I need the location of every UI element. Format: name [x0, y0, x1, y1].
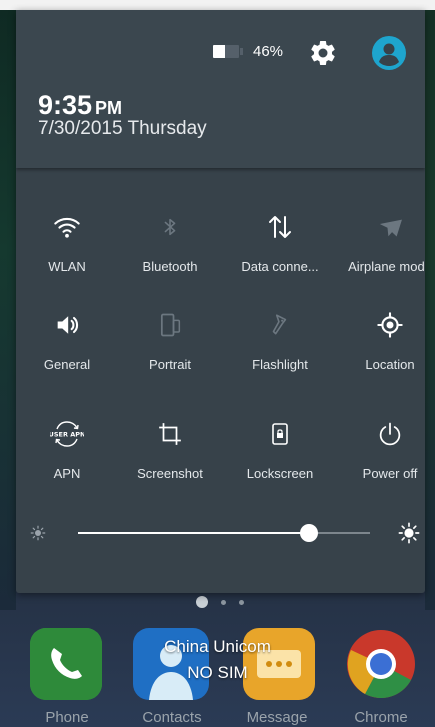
- apn-icon-text: USER APN: [50, 431, 84, 439]
- shade-header: 46% 9:35 PM 7/30/2015 Thursday: [16, 10, 425, 168]
- tile-power-off[interactable]: Power off: [339, 414, 425, 494]
- brightness-slider[interactable]: [78, 524, 370, 542]
- brightness-high-icon: [398, 522, 420, 544]
- page-dot[interactable]: [239, 599, 244, 605]
- tile-lockscreen[interactable]: Lockscreen: [229, 414, 331, 494]
- tile-airplane-mode[interactable]: Airplane mode: [339, 207, 425, 287]
- volume-icon: [57, 316, 79, 334]
- tile-label: Flashlight: [252, 357, 308, 372]
- tile-flashlight[interactable]: Flashlight: [229, 305, 331, 385]
- brightness-slider-thumb[interactable]: [299, 524, 318, 542]
- tile-label: APN: [53, 466, 81, 481]
- clock-time[interactable]: 9:35 PM: [38, 90, 122, 121]
- dock-label-message: Message: [246, 709, 308, 726]
- brightness-slider-fill: [78, 532, 309, 534]
- rotation-icon: [160, 313, 181, 337]
- battery-indicator: 46%: [213, 43, 283, 60]
- apn-icon: USER APN: [50, 421, 84, 447]
- tile-label: Lockscreen: [246, 466, 314, 481]
- location-icon: [377, 312, 403, 338]
- battery-percent: 46%: [253, 43, 284, 60]
- status-bar-strip: [0, 0, 435, 10]
- battery-icon: [213, 45, 239, 58]
- tile-screenshot[interactable]: Screenshot: [119, 414, 221, 494]
- dock-label-chrome: Chrome: [354, 709, 408, 726]
- bluetooth-icon: [164, 218, 176, 236]
- sim-status: NO SIM: [187, 663, 248, 682]
- tile-apn[interactable]: USER APN APN: [16, 414, 118, 494]
- tile-portrait[interactable]: Portrait: [119, 305, 221, 385]
- tile-general[interactable]: General: [16, 305, 118, 385]
- clock-hours: 9:35: [38, 90, 93, 120]
- battery-fill: [213, 45, 225, 58]
- crop-icon: [159, 423, 181, 445]
- wallpaper-edge-left: [0, 10, 16, 610]
- tile-label: Portrait: [149, 357, 191, 372]
- page-dot-active[interactable]: [196, 596, 208, 608]
- lock-phone-icon: [272, 423, 288, 445]
- wifi-icon: [54, 217, 80, 238]
- battery-tip: [240, 48, 243, 55]
- data-transfer-icon: [269, 216, 291, 238]
- brightness-low-icon: [30, 525, 46, 541]
- tile-location[interactable]: Location: [339, 305, 425, 385]
- gear-icon[interactable]: [308, 38, 338, 68]
- tile-bluetooth[interactable]: Bluetooth: [119, 207, 221, 287]
- dock-label-phone: Phone: [45, 709, 89, 726]
- tile-label: Bluetooth: [142, 259, 198, 274]
- tile-label: Airplane mode: [348, 259, 425, 274]
- power-icon: [379, 422, 401, 446]
- dock-label-contacts: Contacts: [142, 709, 202, 726]
- page-dot[interactable]: [221, 599, 226, 605]
- wallpaper-edge-right: [425, 10, 435, 610]
- tile-wlan[interactable]: WLAN: [16, 207, 118, 287]
- tile-label: Screenshot: [137, 466, 203, 481]
- tile-label: Data conne...: [241, 259, 319, 274]
- airplane-icon: [379, 219, 402, 237]
- tile-label: WLAN: [48, 259, 86, 274]
- notification-shade: 46% 9:35 PM 7/30/2015 Thursday WLAN Blue…: [16, 10, 425, 593]
- tile-data-connection[interactable]: Data conne...: [229, 207, 331, 287]
- clock-ampm: PM: [95, 98, 123, 118]
- clock-date[interactable]: 7/30/2015 Thursday: [38, 118, 207, 140]
- tile-label: General: [43, 357, 91, 372]
- tile-label: Location: [365, 357, 415, 372]
- account-circle-icon[interactable]: [372, 36, 406, 70]
- page-indicator[interactable]: [196, 596, 257, 608]
- flashlight-icon: [272, 314, 287, 335]
- carrier-name: China Unicom: [164, 637, 271, 656]
- tile-label: Power off: [362, 466, 418, 481]
